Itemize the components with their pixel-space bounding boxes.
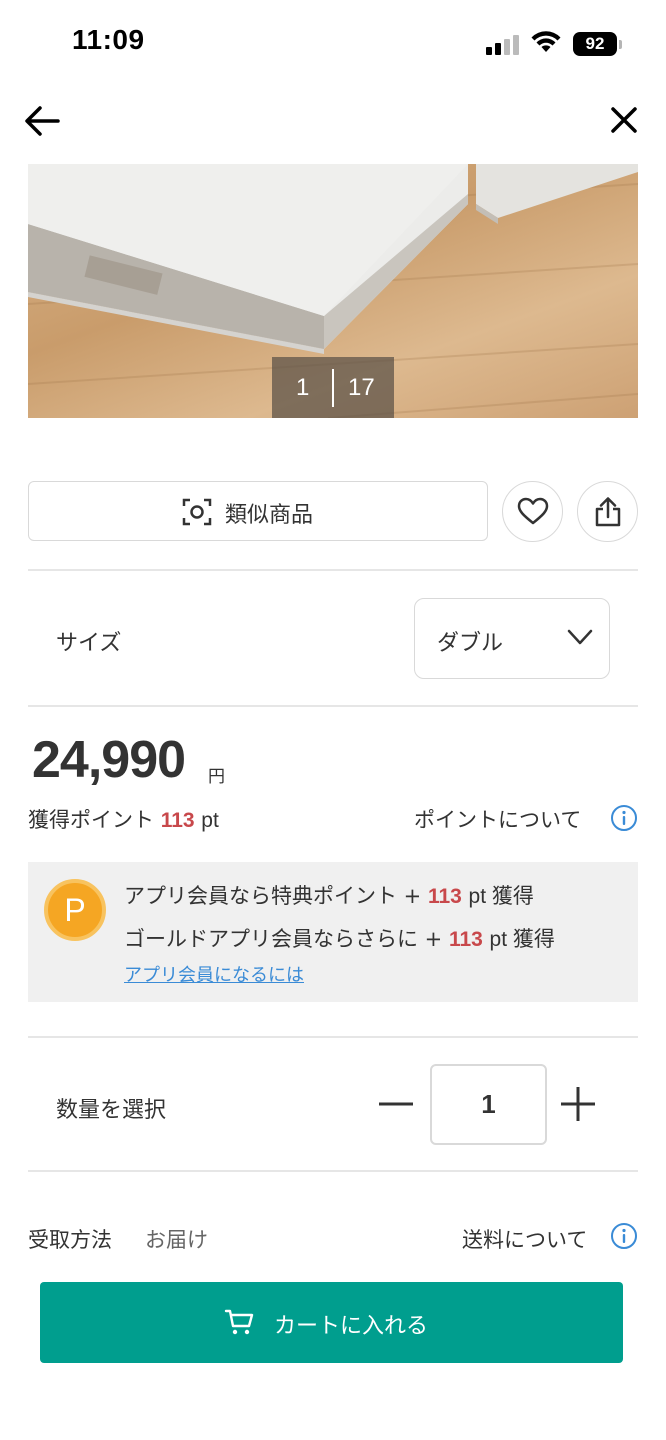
quantity-label: 数量を選択: [56, 1098, 167, 1123]
status-time: 11:09: [72, 24, 145, 55]
add-to-cart-button[interactable]: カートに入れる: [40, 1282, 623, 1363]
cellular-signal-icon: [486, 33, 520, 55]
size-select[interactable]: ダブル: [414, 598, 610, 679]
info-icon[interactable]: [610, 804, 638, 832]
similar-products-label: 類似商品: [225, 503, 314, 528]
wifi-icon: [531, 31, 561, 52]
earned-points-unit: pt: [201, 809, 219, 832]
gold-points-unit: pt 獲得: [489, 928, 555, 951]
points-badge-icon: P: [44, 879, 106, 941]
app-points-text: アプリ会員なら特典ポイント +: [124, 884, 422, 908]
price-amount: 24,990: [32, 731, 186, 789]
divider: [28, 1170, 638, 1172]
image-counter-total: 17: [348, 374, 375, 401]
gold-points-text: ゴールドアプリ会員ならさらに +: [124, 927, 443, 951]
earned-points: 獲得ポイント 113 pt: [28, 804, 219, 834]
receive-method-value: お届け: [145, 1228, 208, 1252]
share-icon: [595, 497, 621, 527]
image-counter-separator: [332, 369, 334, 407]
status-bar: 11:09 92: [0, 0, 666, 90]
divider: [28, 705, 638, 707]
points-about-link[interactable]: ポイントについて: [414, 804, 581, 834]
add-to-cart-label: カートに入れる: [274, 1314, 429, 1339]
gold-points-value: 113: [448, 928, 483, 951]
become-app-member-link[interactable]: アプリ会員になるには: [124, 961, 304, 987]
battery-indicator: 92: [573, 32, 617, 56]
battery-tip: [619, 40, 622, 49]
shipping-about-link[interactable]: 送料について: [462, 1224, 587, 1254]
heart-icon: [517, 497, 549, 525]
share-button[interactable]: [577, 481, 638, 542]
close-icon[interactable]: [606, 102, 642, 138]
earned-points-value: 113: [160, 809, 195, 832]
earned-points-label: 獲得ポイント: [28, 808, 154, 832]
size-selected-value: ダブル: [437, 631, 504, 656]
image-counter-current: 1: [296, 374, 310, 401]
receive-method-label: 受取方法: [28, 1228, 112, 1252]
gold-points-line: ゴールドアプリ会員ならさらに + 113 pt 獲得: [124, 923, 555, 953]
plus-icon[interactable]: [560, 1084, 596, 1124]
chevron-down-icon: [567, 629, 593, 645]
product-image[interactable]: 1 17: [28, 164, 638, 418]
app-points-line: アプリ会員なら特典ポイント + 113 pt 獲得: [124, 880, 534, 910]
divider: [28, 1036, 638, 1038]
quantity-value[interactable]: 1: [430, 1064, 547, 1145]
app-points-unit: pt 獲得: [468, 885, 534, 908]
divider: [28, 569, 638, 571]
back-arrow-icon[interactable]: [22, 100, 62, 140]
visual-search-icon: [182, 498, 212, 526]
image-counter: 1 17: [272, 357, 394, 418]
app-member-points-box: P アプリ会員なら特典ポイント + 113 pt 獲得 ゴールドアプリ会員ならさ…: [28, 862, 638, 1002]
app-points-value: 113: [427, 885, 462, 908]
minus-icon[interactable]: [378, 1084, 414, 1124]
favorite-button[interactable]: [502, 481, 563, 542]
similar-products-button[interactable]: 類似商品: [28, 481, 488, 541]
price-unit: 円: [208, 767, 225, 787]
cart-icon: [224, 1309, 254, 1335]
info-icon[interactable]: [610, 1222, 638, 1250]
size-label: サイズ: [56, 631, 122, 656]
